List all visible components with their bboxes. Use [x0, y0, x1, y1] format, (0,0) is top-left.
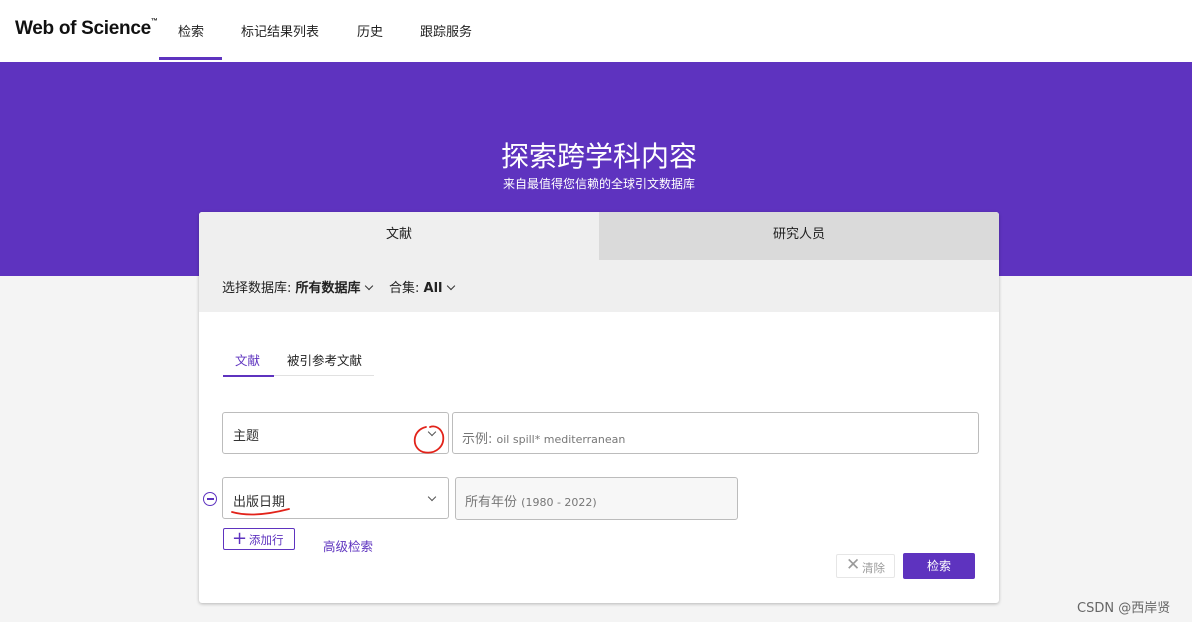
- top-navigation-bar: Web of Science™ 检索 标记结果列表 历史 跟踪服务: [0, 0, 1192, 62]
- placeholder-example: oil spill* mediterranean: [496, 433, 626, 446]
- date-range-main: 所有年份: [465, 495, 518, 510]
- remove-row-icon[interactable]: [203, 492, 217, 506]
- clear-button[interactable]: ✕ 清除: [836, 554, 895, 578]
- search-field-select[interactable]: 主题: [222, 412, 449, 454]
- subtab-documents[interactable]: 文献: [235, 350, 260, 369]
- chevron-down-icon: [446, 281, 455, 291]
- tab-documents[interactable]: 文献: [199, 212, 599, 260]
- nav-active-indicator: [159, 57, 222, 60]
- search-input[interactable]: 示例: oil spill* mediterranean: [452, 412, 979, 454]
- collection-selector[interactable]: 合集: All: [389, 277, 455, 296]
- clear-label: 清除: [862, 561, 885, 575]
- database-value: 所有数据库: [295, 281, 361, 296]
- nav-marked-list[interactable]: 标记结果列表: [241, 21, 319, 40]
- placeholder-prefix: 示例:: [462, 432, 497, 447]
- date-field-value: 出版日期: [233, 495, 286, 510]
- nav-search[interactable]: 检索: [178, 21, 204, 40]
- hero-title: 探索跨学科内容: [500, 140, 697, 173]
- search-button[interactable]: 检索: [903, 553, 975, 579]
- hero-subtitle: 来自最值得您信赖的全球引文数据库: [502, 177, 695, 191]
- collection-value: All: [423, 281, 443, 296]
- date-range-years: (1980 - 2022): [521, 496, 597, 509]
- plus-icon: +: [232, 528, 248, 549]
- subtab-cited-references[interactable]: 被引参考文献: [287, 350, 362, 369]
- watermark-text: CSDN @西岸贤: [1077, 601, 1171, 616]
- advanced-search-link[interactable]: 高级检索: [323, 536, 373, 555]
- database-selector[interactable]: 选择数据库: 所有数据库: [222, 277, 373, 296]
- nav-history[interactable]: 历史: [357, 21, 383, 40]
- date-range-input[interactable]: 所有年份 (1980 - 2022): [455, 477, 738, 520]
- add-row-button[interactable]: + 添加行: [223, 528, 295, 550]
- nav-alerts[interactable]: 跟踪服务: [420, 21, 472, 40]
- subtab-active-indicator: [223, 375, 274, 377]
- date-field-select[interactable]: 出版日期: [222, 477, 449, 519]
- add-row-label: 添加行: [249, 533, 284, 547]
- collection-label: 合集:: [389, 281, 420, 296]
- database-selector-row: 选择数据库: 所有数据库 合集: All: [199, 260, 999, 312]
- field-select-value: 主题: [233, 429, 260, 444]
- database-label: 选择数据库:: [222, 281, 292, 296]
- search-card: 文献 研究人员 选择数据库: 所有数据库 合集: All 文献 被引参考文献 主…: [199, 212, 999, 603]
- chevron-down-icon: [427, 427, 437, 437]
- tab-researchers[interactable]: 研究人员: [599, 212, 999, 260]
- chevron-down-icon: [427, 492, 437, 502]
- web-of-science-logo[interactable]: Web of Science™: [15, 18, 158, 40]
- chevron-down-icon: [364, 281, 373, 291]
- close-icon: ✕: [846, 555, 861, 575]
